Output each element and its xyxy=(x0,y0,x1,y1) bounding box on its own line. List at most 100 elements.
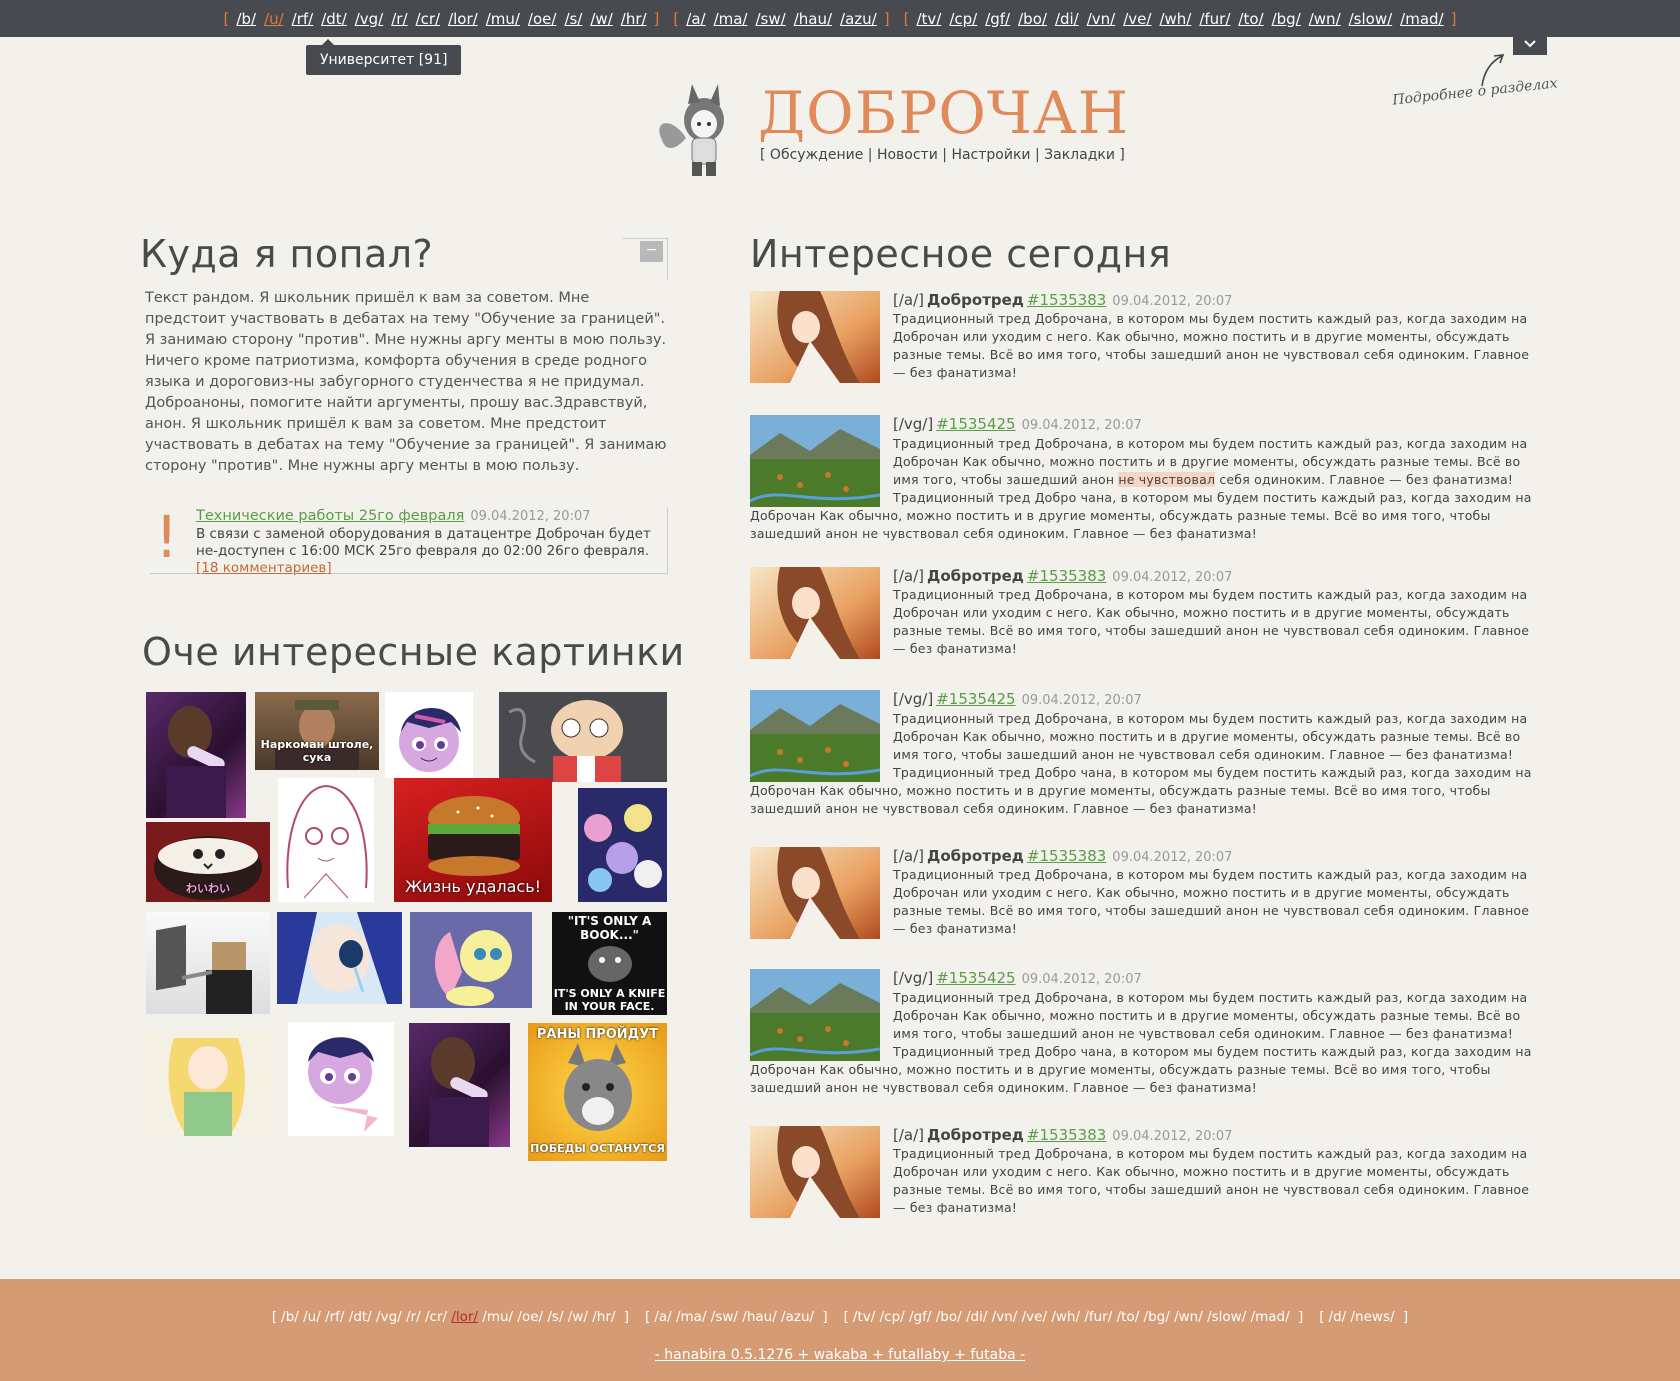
notice-title-link[interactable]: Технические работы 25го февраля xyxy=(196,508,464,524)
board-link-azu[interactable]: /azu/ xyxy=(840,10,877,28)
board-link-ve[interactable]: /ve/ xyxy=(1123,10,1151,28)
post-thumbnail[interactable] xyxy=(749,690,881,782)
footer-link-sw[interactable]: /sw/ xyxy=(711,1309,738,1325)
footer-link-hau[interactable]: /hau/ xyxy=(742,1309,776,1325)
footer-link-w[interactable]: /w/ xyxy=(568,1309,588,1325)
footer-link-to[interactable]: /to/ xyxy=(1117,1309,1140,1325)
gallery-image[interactable]: РАНЫ ПРОЙДУТ ПОБЕДЫ ОСТАНУТСЯ xyxy=(528,1023,667,1161)
footer-link-u[interactable]: /u/ xyxy=(303,1309,321,1325)
footer-link-r[interactable]: /r/ xyxy=(406,1309,421,1325)
footer-link-slow[interactable]: /slow/ xyxy=(1207,1309,1246,1325)
board-link-a[interactable]: /a/ xyxy=(686,10,705,28)
post-thumbnail[interactable] xyxy=(750,847,880,939)
gallery-image[interactable] xyxy=(277,912,402,1004)
board-link-oe[interactable]: /oe/ xyxy=(528,10,557,28)
post-number-link[interactable]: #1535383 xyxy=(1027,847,1106,865)
board-link-di[interactable]: /di/ xyxy=(1055,10,1079,28)
footer-link-news[interactable]: /news/ xyxy=(1351,1309,1395,1325)
gallery-image[interactable] xyxy=(144,1028,272,1136)
board-link-hau[interactable]: /hau/ xyxy=(794,10,832,28)
footer-link-cp[interactable]: /cp/ xyxy=(880,1309,905,1325)
footer-link-dt[interactable]: /dt/ xyxy=(349,1309,372,1325)
footer-link-mad[interactable]: /mad/ xyxy=(1251,1309,1290,1325)
post-thumbnail[interactable] xyxy=(749,969,881,1061)
post-number-link[interactable]: #1535425 xyxy=(936,690,1015,708)
footer-link-oe[interactable]: /oe/ xyxy=(517,1309,543,1325)
post-number-link[interactable]: #1535383 xyxy=(1027,567,1106,585)
footer-link-vn[interactable]: /vn/ xyxy=(992,1309,1018,1325)
footer-link-rf[interactable]: /rf/ xyxy=(325,1309,344,1325)
footer-link-cr[interactable]: /cr/ xyxy=(425,1309,447,1325)
board-link-fur[interactable]: /fur/ xyxy=(1199,10,1230,28)
footer-link-wn[interactable]: /wn/ xyxy=(1174,1309,1203,1325)
board-link-r[interactable]: /r/ xyxy=(391,10,407,28)
gallery-image[interactable] xyxy=(410,912,532,1008)
header-link-discussion[interactable]: Обсуждение xyxy=(770,147,863,163)
board-link-wn[interactable]: /wn/ xyxy=(1309,10,1341,28)
board-link-s[interactable]: /s/ xyxy=(564,10,582,28)
footer-link-azu[interactable]: /azu/ xyxy=(781,1309,814,1325)
header-link-settings[interactable]: Настройки xyxy=(951,147,1030,163)
board-link-ma[interactable]: /ma/ xyxy=(714,10,748,28)
board-link-cr[interactable]: /cr/ xyxy=(416,10,441,28)
footer-link-di[interactable]: /di/ xyxy=(966,1309,987,1325)
post-number-link[interactable]: #1535383 xyxy=(1027,1126,1106,1144)
board-link-rf[interactable]: /rf/ xyxy=(292,10,314,28)
collapse-button[interactable]: − xyxy=(640,241,663,262)
footer-link-d[interactable]: /d/ xyxy=(1329,1309,1347,1325)
post-thumbnail[interactable] xyxy=(750,567,880,659)
post-thumbnail[interactable] xyxy=(749,415,881,507)
board-link-bg[interactable]: /bg/ xyxy=(1272,10,1301,28)
gallery-image[interactable] xyxy=(278,778,374,902)
footer-link-tv[interactable]: /tv/ xyxy=(853,1309,875,1325)
board-link-gf[interactable]: /gf/ xyxy=(985,10,1010,28)
gallery-image[interactable] xyxy=(385,692,473,778)
board-link-mad[interactable]: /mad/ xyxy=(1400,10,1443,28)
footer-link-wh[interactable]: /wh/ xyxy=(1051,1309,1080,1325)
notice-comments-link[interactable]: [18 комментариев] xyxy=(196,560,332,576)
header-link-bookmarks[interactable]: Закладки xyxy=(1044,147,1115,163)
board-link-dt[interactable]: /dt/ xyxy=(321,10,347,28)
board-link-tv[interactable]: /tv/ xyxy=(916,10,941,28)
gallery-image[interactable] xyxy=(288,1022,394,1136)
board-link-mu[interactable]: /mu/ xyxy=(486,10,520,28)
post-thumbnail[interactable] xyxy=(750,1126,880,1218)
gallery-image[interactable]: Наркоман штоле, сука xyxy=(255,692,379,770)
footer-link-fur[interactable]: /fur/ xyxy=(1084,1309,1112,1325)
board-link-vn[interactable]: /vn/ xyxy=(1087,10,1116,28)
board-link-bo[interactable]: /bo/ xyxy=(1018,10,1047,28)
gallery-image[interactable]: わいわい xyxy=(146,822,270,902)
footer-link-lor[interactable]: /lor/ xyxy=(451,1309,478,1325)
gallery-image[interactable] xyxy=(499,692,667,782)
gallery-image[interactable] xyxy=(146,692,246,818)
board-link-b[interactable]: /b/ xyxy=(236,10,256,28)
footer-link-b[interactable]: /b/ xyxy=(281,1309,299,1325)
board-link-vg[interactable]: /vg/ xyxy=(355,10,384,28)
gallery-image[interactable]: Жизнь удалась! xyxy=(394,778,552,902)
post-number-link[interactable]: #1535425 xyxy=(936,969,1015,987)
post-number-link[interactable]: #1535425 xyxy=(936,415,1015,433)
post-number-link[interactable]: #1535383 xyxy=(1027,291,1106,309)
footer-link-mu[interactable]: /mu/ xyxy=(482,1309,513,1325)
board-link-w[interactable]: /w/ xyxy=(590,10,612,28)
board-link-hr[interactable]: /hr/ xyxy=(621,10,647,28)
post-thumbnail[interactable] xyxy=(750,291,880,383)
footer-link-vg[interactable]: /vg/ xyxy=(376,1309,402,1325)
footer-link-bo[interactable]: /bo/ xyxy=(936,1309,962,1325)
header-link-news[interactable]: Новости xyxy=(877,147,938,163)
gallery-image[interactable] xyxy=(146,912,270,1014)
footer-link-ve[interactable]: /ve/ xyxy=(1022,1309,1047,1325)
board-link-slow[interactable]: /slow/ xyxy=(1349,10,1393,28)
gallery-image[interactable] xyxy=(409,1023,510,1147)
board-link-cp[interactable]: /cp/ xyxy=(949,10,977,28)
board-link-u[interactable]: /u/ xyxy=(264,10,284,28)
footer-link-bg[interactable]: /bg/ xyxy=(1144,1309,1170,1325)
boards-info-link[interactable]: Подробнее о разделах xyxy=(1392,75,1559,108)
footer-link-a[interactable]: /a/ xyxy=(654,1309,671,1325)
footer-link-ma[interactable]: /ma/ xyxy=(676,1309,707,1325)
collapse-header-button[interactable] xyxy=(1513,37,1547,55)
version-link[interactable]: - hanabira 0.5.1276 + wakaba + futallaby… xyxy=(0,1347,1680,1363)
footer-link-hr[interactable]: /hr/ xyxy=(592,1309,615,1325)
gallery-image[interactable] xyxy=(578,788,667,902)
footer-link-gf[interactable]: /gf/ xyxy=(909,1309,931,1325)
